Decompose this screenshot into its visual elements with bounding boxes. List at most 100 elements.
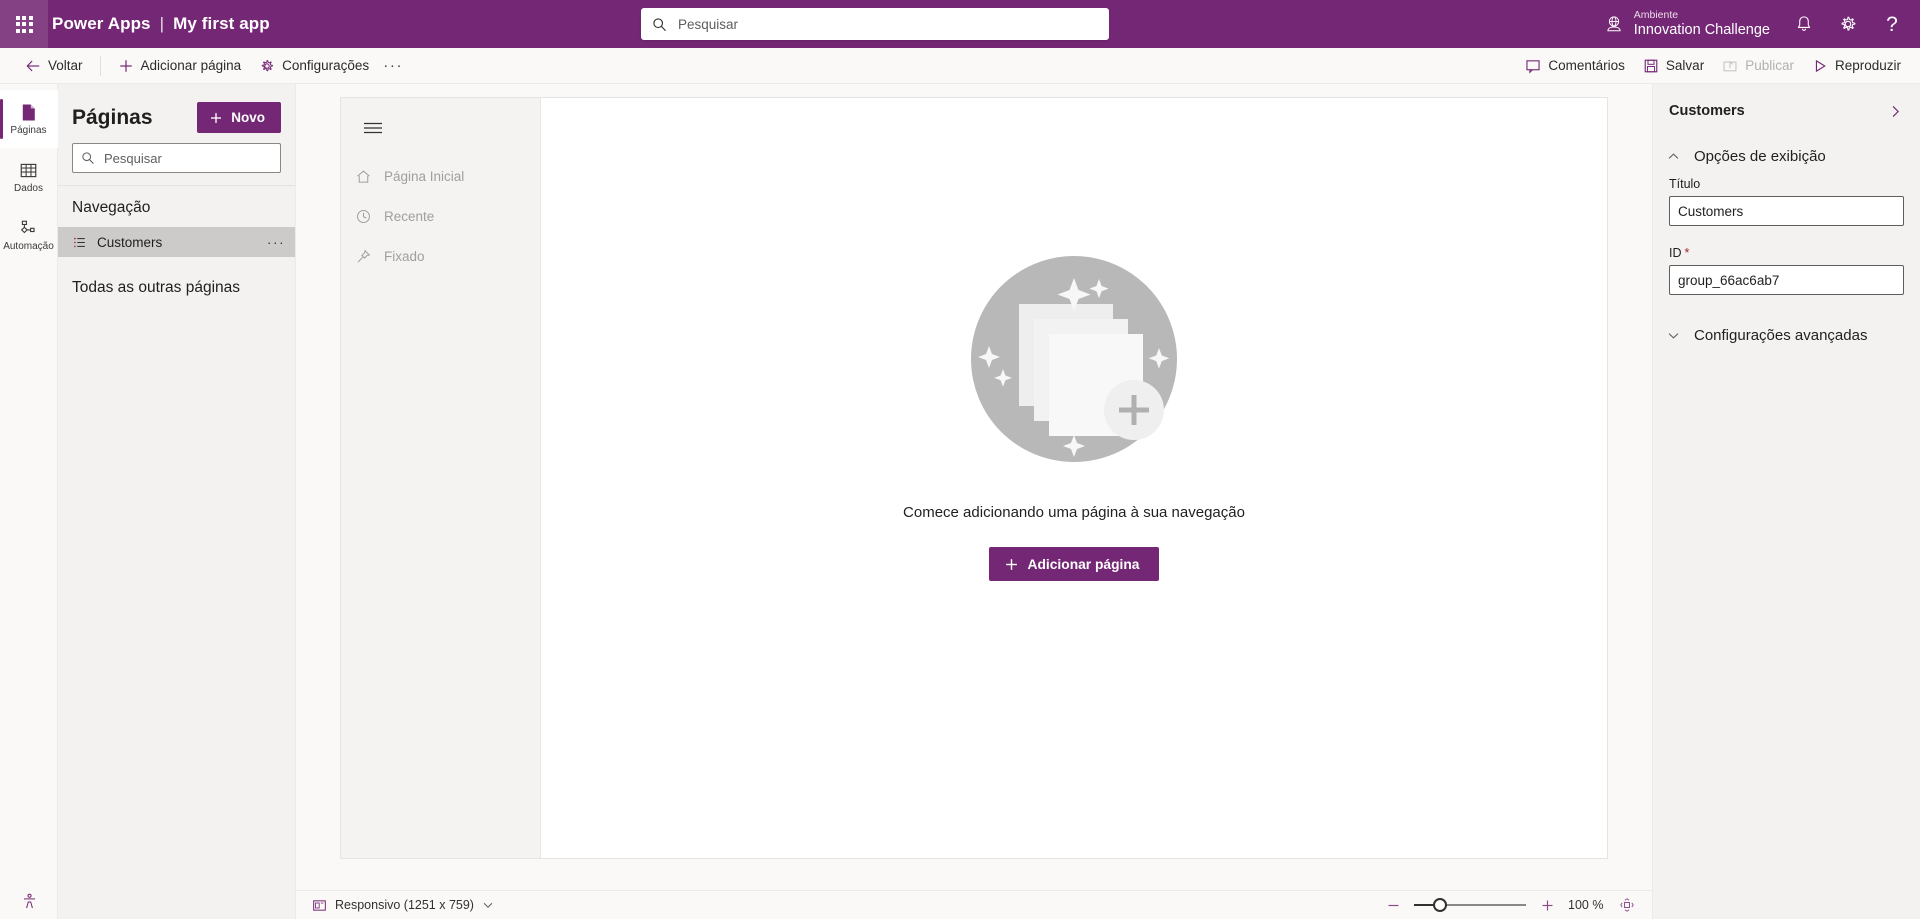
status-bar: Responsivo (1251 x 759) 100 % (296, 890, 1652, 919)
back-button[interactable]: Voltar (16, 51, 92, 81)
environment-picker[interactable]: Ambiente Innovation Challenge (1596, 3, 1782, 45)
app-launcher-button[interactable] (0, 0, 48, 48)
field-title-label: Título (1669, 177, 1904, 191)
environment-label: Ambiente (1633, 8, 1679, 21)
chevron-down-icon (1667, 329, 1680, 342)
id-input[interactable] (1669, 265, 1904, 295)
app-main-canvas: Comece adicionando uma página à sua nave… (541, 98, 1607, 858)
field-id-label: ID * (1669, 246, 1904, 260)
add-page-button-label: Adicionar página (140, 58, 242, 73)
empty-state-add-page-button[interactable]: Adicionar página (988, 547, 1160, 581)
play-button-label: Reproduzir (1834, 58, 1901, 73)
command-bar-divider (99, 55, 101, 76)
global-search-box[interactable]: Pesquisar (641, 8, 1109, 40)
plus-icon (211, 112, 222, 123)
gear-icon (1841, 16, 1856, 31)
question-mark-icon: ? (1886, 12, 1898, 36)
comments-button-label: Comentários (1548, 58, 1625, 73)
brand-name: Power Apps (52, 14, 151, 33)
global-search-placeholder: Pesquisar (678, 16, 739, 32)
app-name: My first app (173, 14, 270, 33)
new-page-button[interactable]: Novo (197, 102, 281, 133)
publish-button[interactable]: Publicar (1713, 51, 1803, 81)
zoom-slider[interactable] (1414, 896, 1526, 914)
tree-item-customers-label: Customers (97, 234, 163, 250)
zoom-out-button[interactable] (1382, 894, 1404, 916)
gear-icon (261, 59, 274, 71)
rail-item-automation[interactable]: Automação (0, 206, 58, 264)
help-button[interactable]: ? (1870, 2, 1914, 46)
zoom-in-button[interactable] (1536, 894, 1558, 916)
publish-icon (1723, 59, 1737, 71)
app-settings-button-label: Configurações (282, 58, 370, 73)
play-triangle-icon (1815, 59, 1826, 72)
hamburger-menu-button[interactable] (355, 112, 391, 144)
pages-search-input[interactable]: Pesquisar (72, 143, 281, 173)
app-nav-item-recent[interactable]: Recente (341, 196, 540, 236)
app-navigation-preview: Página Inicial Recente Fixado (341, 98, 541, 858)
chevron-right-icon (1892, 105, 1899, 117)
app-settings-button[interactable]: Configurações (250, 51, 378, 81)
zoom-value-label: 100 % (1568, 898, 1604, 912)
new-page-button-label: Novo (231, 110, 265, 125)
search-icon (82, 152, 94, 164)
hamburger-menu-icon (364, 122, 382, 134)
zoom-slider-thumb[interactable] (1432, 898, 1447, 912)
empty-state-message: Comece adicionando uma página à sua nave… (903, 504, 1245, 521)
properties-panel-title: Customers (1669, 103, 1745, 119)
chevron-up-icon (1667, 150, 1680, 163)
tree-item-overflow-button[interactable]: ··· (265, 231, 287, 253)
pages-panel-header: Páginas Novo (58, 84, 295, 143)
fit-to-screen-button[interactable] (1616, 894, 1638, 916)
notifications-button[interactable] (1782, 2, 1826, 46)
command-bar: Voltar Adicionar página Configurações ··… (0, 48, 1920, 84)
settings-button[interactable] (1826, 2, 1870, 46)
save-button[interactable]: Salvar (1634, 51, 1713, 81)
command-bar-overflow-button[interactable]: ··· (378, 51, 408, 81)
play-button[interactable]: Reproduzir (1803, 51, 1910, 81)
field-id: ID * (1653, 244, 1920, 299)
comments-button[interactable]: Comentários (1516, 51, 1634, 81)
pages-panel-title: Páginas (72, 105, 153, 129)
canvas-area: Página Inicial Recente Fixado Comece adi… (296, 84, 1652, 919)
section-advanced-settings-title: Configurações avançadas (1694, 327, 1868, 344)
rail-item-pages[interactable]: Páginas (0, 90, 58, 148)
screen-size-selector[interactable]: Responsivo (1251 x 759) (306, 895, 500, 916)
save-button-label: Salvar (1665, 58, 1705, 73)
stacked-pages-add-illustration (960, 245, 1188, 478)
home-icon (357, 169, 370, 183)
properties-panel-collapse-button[interactable] (1882, 98, 1908, 124)
app-nav-item-home[interactable]: Página Inicial (341, 156, 540, 196)
back-button-label: Voltar (48, 58, 83, 73)
required-marker: * (1684, 246, 1690, 260)
arrow-left-icon (26, 60, 40, 71)
rail-item-data[interactable]: Dados (0, 148, 58, 206)
section-display-options[interactable]: Opções de exibição (1653, 138, 1920, 175)
pages-search-placeholder: Pesquisar (104, 150, 162, 166)
accessibility-checker-icon (23, 893, 35, 909)
command-bar-right-cluster: Comentários Salvar Publicar Reproduzir (1516, 51, 1910, 81)
other-pages-section-title: Todas as outras páginas (72, 279, 241, 296)
app-nav-item-pinned[interactable]: Fixado (341, 236, 540, 276)
add-page-button[interactable]: Adicionar página (109, 51, 251, 81)
plus-icon (1542, 900, 1552, 910)
field-title-label-text: Título (1669, 177, 1701, 191)
section-advanced-settings[interactable]: Configurações avançadas (1653, 317, 1920, 354)
power-apps-studio: Power Apps | My first app Pesquisar Ambi (0, 0, 1920, 919)
plus-icon (1005, 558, 1017, 570)
accessibility-checker-button[interactable] (0, 892, 58, 911)
top-header-bar: Power Apps | My first app Pesquisar Ambi (0, 0, 1920, 48)
left-rail: Páginas Dados Automação (0, 84, 58, 919)
app-preview-frame: Página Inicial Recente Fixado Comece adi… (341, 98, 1607, 858)
environment-name: Innovation Challenge (1633, 21, 1770, 38)
canvas-viewport: Página Inicial Recente Fixado Comece adi… (296, 84, 1652, 890)
pin-icon (357, 249, 371, 262)
plus-icon (119, 59, 132, 72)
comment-icon (1526, 59, 1540, 74)
studio-body: Páginas Dados Automação Páginas Novo Pes… (0, 84, 1920, 919)
tree-item-customers[interactable]: Customers ··· (58, 227, 295, 257)
title-input[interactable] (1669, 196, 1904, 226)
brand-area[interactable]: Power Apps | My first app (52, 14, 270, 34)
app-nav-item-recent-label: Recente (384, 208, 435, 224)
